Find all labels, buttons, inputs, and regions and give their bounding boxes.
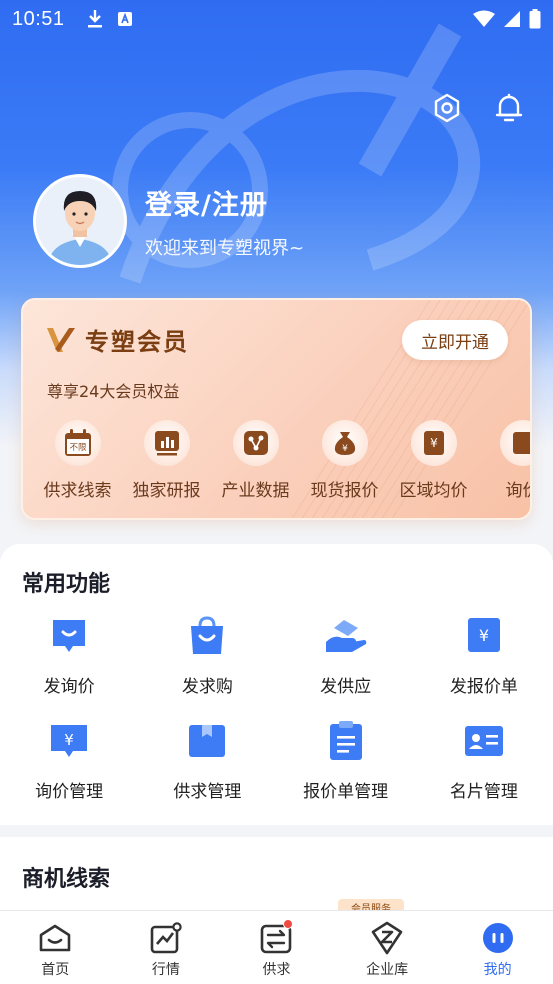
money-bag-icon: ¥ (334, 432, 355, 455)
calendar-unlimited-icon: 不限 (64, 429, 91, 456)
svg-text:¥: ¥ (342, 444, 348, 454)
vip-subtitle: 尊享24大会员权益 (47, 382, 180, 401)
tab-market[interactable]: 行情 (111, 911, 222, 984)
vip-item-spot-price[interactable]: ¥ 现货报价 (300, 420, 389, 501)
function-label: 供求管理 (173, 782, 242, 802)
vip-item-label: 现货报价 (310, 481, 379, 501)
section-title-leads: 商机线索 (22, 867, 111, 892)
vip-item-label: 区域均价 (399, 481, 468, 501)
inquiry-icon (512, 432, 530, 454)
function-inquiry-management[interactable]: ¥ 询价管理 (0, 719, 138, 802)
settings-icon (434, 93, 460, 123)
home-icon (39, 924, 71, 952)
function-quote-management[interactable]: 报价单管理 (277, 719, 415, 802)
vip-item-research[interactable]: 独家研报 (122, 420, 211, 501)
section-title-functions: 常用功能 (22, 572, 111, 597)
hand-supply-icon (325, 620, 366, 652)
settings-button[interactable] (431, 92, 463, 124)
avatar[interactable] (33, 174, 127, 268)
function-label: 发供应 (320, 677, 372, 697)
business-card-icon (464, 726, 503, 756)
company-icon (371, 921, 403, 955)
wifi-icon (473, 10, 495, 27)
function-post-purchase[interactable]: 发求购 (138, 614, 276, 697)
user-avatar-icon (36, 177, 124, 265)
shopping-bag-icon (191, 616, 224, 654)
signal-icon (504, 11, 520, 27)
function-label: 名片管理 (449, 782, 518, 802)
vip-item-label: 供求线索 (43, 481, 112, 501)
vip-title: 专塑会员 (85, 328, 189, 356)
vip-item-supply-leads[interactable]: 不限 供求线索 (33, 420, 122, 501)
font-app-icon (117, 12, 132, 26)
vip-item-industry-data[interactable]: 产业数据 (211, 420, 300, 501)
unlimited-badge: 不限 (69, 443, 87, 453)
common-functions-panel: 常用功能 发询价 发求购 发供应 ¥ 发报价单 ¥ 询价管理 供求管理 报价单管… (0, 544, 553, 825)
vip-membership-card[interactable]: 专塑会员 尊享24大会员权益 立即开通 不限 供求线索 独家研报 产业数据 ¥ … (21, 298, 532, 520)
bottom-tab-bar: 首页 行情 供求 企业库 我的 (0, 910, 553, 984)
tab-company-library[interactable]: 企业库 (332, 911, 443, 984)
decorative-swirl (112, 23, 481, 284)
profile-section[interactable]: 登录/注册 欢迎来到专塑视界~ (33, 174, 304, 268)
chat-bubble-icon (53, 620, 86, 652)
function-card-management[interactable]: 名片管理 (415, 719, 553, 802)
box-icon (189, 725, 226, 757)
function-label: 报价单管理 (303, 782, 389, 802)
notification-button[interactable] (493, 92, 525, 124)
vip-item-label: 独家研报 (132, 481, 201, 501)
tab-supply-demand[interactable]: 供求 (221, 911, 332, 984)
status-bar: 10:51 (0, 0, 553, 38)
clipboard-icon (329, 721, 362, 760)
function-label: 发询价 (43, 677, 95, 697)
yen-tag-icon: ¥ (467, 618, 500, 652)
tab-mine[interactable]: 我的 (442, 911, 553, 984)
yen-document-icon: ¥ (423, 431, 444, 455)
svg-text:¥: ¥ (430, 436, 438, 450)
network-data-icon (243, 431, 268, 455)
function-label: 询价管理 (35, 782, 104, 802)
svg-text:¥: ¥ (64, 731, 74, 749)
tab-label: 首页 (41, 962, 70, 978)
tab-label: 我的 (483, 962, 512, 978)
profile-icon (482, 923, 513, 953)
tab-home[interactable]: 首页 (0, 911, 111, 984)
battery-icon (529, 9, 541, 29)
business-leads-section: 商机线索 会员服务 (0, 837, 553, 917)
vip-item-label: 产业数据 (221, 481, 290, 501)
function-post-inquiry[interactable]: 发询价 (0, 614, 138, 697)
vip-item-label: 询价 (505, 481, 531, 501)
vip-item-inquiry[interactable]: 询价 (478, 420, 531, 501)
function-post-quote[interactable]: ¥ 发报价单 (415, 614, 553, 697)
bar-chart-icon (154, 431, 179, 456)
yen-chat-icon: ¥ (51, 725, 88, 757)
activate-vip-button[interactable]: 立即开通 (402, 320, 508, 360)
svg-text:¥: ¥ (479, 626, 489, 645)
tab-label: 行情 (151, 962, 180, 978)
welcome-text: 欢迎来到专塑视界~ (145, 237, 305, 259)
function-post-supply[interactable]: 发供应 (277, 614, 415, 697)
function-label: 发求购 (181, 677, 233, 697)
function-label: 发报价单 (449, 677, 518, 697)
login-register-link[interactable]: 登录/注册 (145, 183, 304, 222)
market-chart-icon (150, 922, 182, 954)
status-time: 10:51 (12, 7, 65, 30)
tab-label: 供求 (262, 962, 291, 978)
bell-icon (495, 93, 523, 122)
vip-item-regional-price[interactable]: ¥ 区域均价 (389, 420, 478, 501)
tab-label: 企业库 (366, 962, 409, 978)
download-icon (87, 10, 102, 28)
vip-logo-icon (47, 327, 75, 352)
function-supply-management[interactable]: 供求管理 (138, 719, 276, 802)
